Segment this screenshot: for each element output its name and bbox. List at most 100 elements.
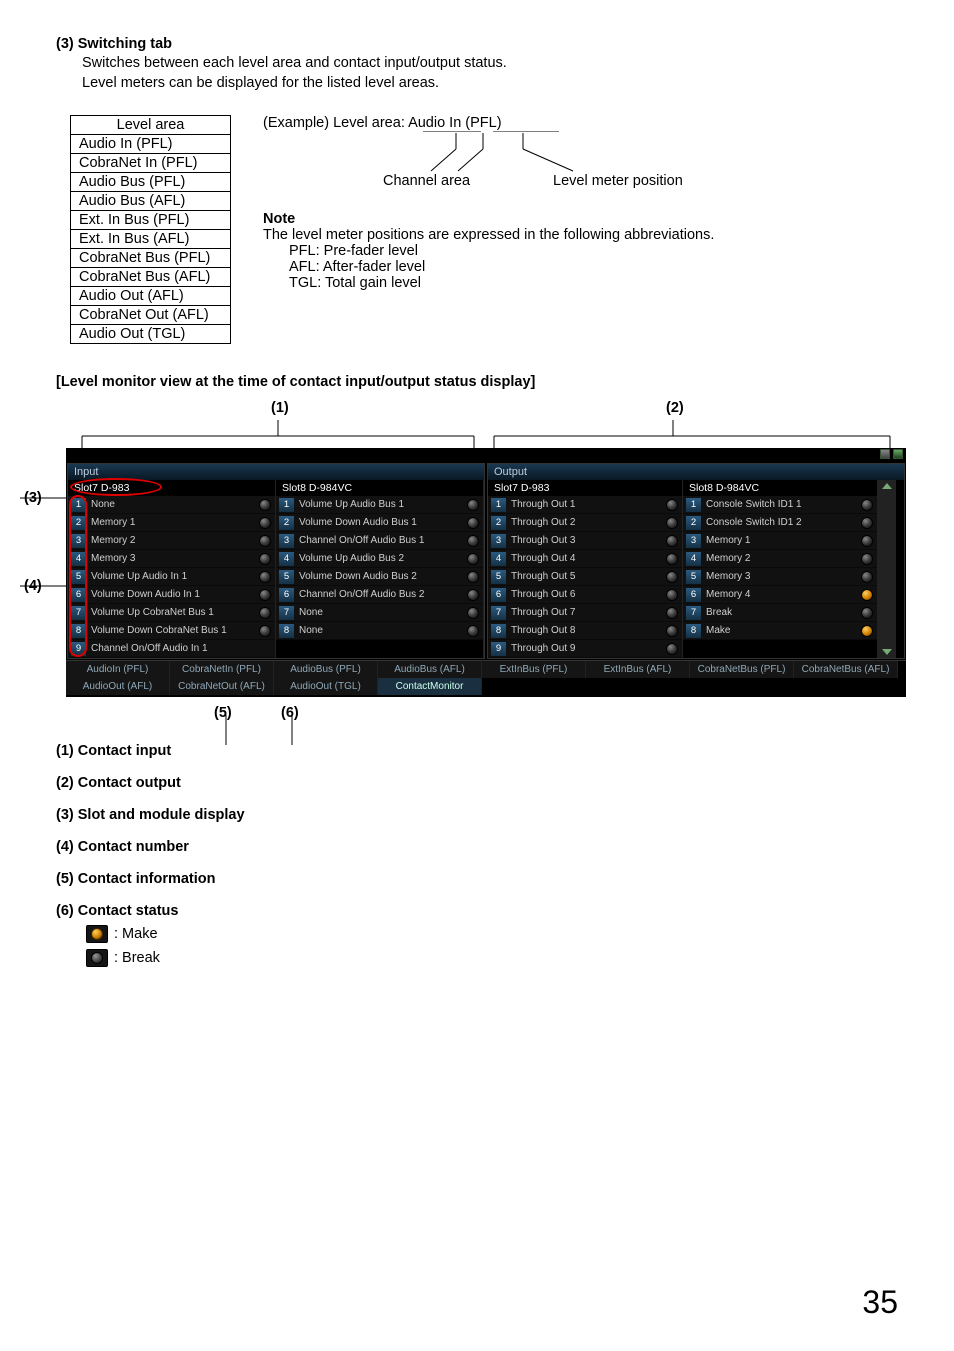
la-header: Level area	[71, 116, 231, 135]
callout-oval-3	[70, 478, 162, 496]
contact-label: Volume Up Audio Bus 2	[294, 553, 467, 564]
contact-row: 5Memory 3	[683, 568, 877, 586]
contact-number: 2	[686, 516, 701, 530]
status-led-icon	[467, 535, 479, 547]
la-row: CobraNet Out (AFL)	[71, 306, 231, 325]
tab-cobranetbus-afl-[interactable]: CobraNetBus (AFL)	[794, 661, 898, 678]
contact-label: Through Out 7	[506, 607, 666, 618]
legend-6: (6) Contact status	[56, 903, 898, 919]
contact-row: 9Through Out 9	[488, 640, 682, 658]
legend-5: (5) Contact information	[56, 871, 898, 887]
status-led-icon	[861, 517, 873, 529]
section-body-1: Switches between each level area and con…	[82, 54, 898, 74]
slot-head: Slot8 D-984VC	[276, 480, 483, 496]
contact-number: 7	[279, 606, 294, 620]
section-heading: (3) Switching tab	[56, 36, 898, 52]
scroll-up-icon[interactable]	[882, 483, 892, 489]
contact-label: Volume Down Audio In 1	[86, 589, 259, 600]
la-row: CobraNet Bus (PFL)	[71, 249, 231, 268]
tab-audioout-afl-[interactable]: AudioOut (AFL)	[66, 678, 170, 695]
contact-label: Channel On/Off Audio Bus 2	[294, 589, 467, 600]
input-panel: Input Slot7 D-983 1None2Memory 13Memory …	[67, 463, 485, 659]
legend-2: (2) Contact output	[56, 775, 898, 791]
abbr-tgl: TGL: Total gain level	[289, 275, 733, 291]
contact-label: Memory 2	[86, 535, 259, 546]
status-led-icon	[259, 607, 271, 619]
status-led-icon	[861, 589, 873, 601]
tab-audiobus-afl-[interactable]: AudioBus (AFL)	[378, 661, 482, 678]
tab-audioin-pfl-[interactable]: AudioIn (PFL)	[66, 661, 170, 678]
monitor-heading: [Level monitor view at the time of conta…	[56, 374, 898, 390]
contact-row: 4Memory 3	[68, 550, 275, 568]
la-row: Audio Out (AFL)	[71, 287, 231, 306]
status-led-icon	[666, 571, 678, 583]
contact-number: 8	[491, 624, 506, 638]
contact-number: 5	[279, 570, 294, 584]
tab-cobranetbus-pfl-[interactable]: CobraNetBus (PFL)	[690, 661, 794, 678]
close-icon[interactable]	[893, 449, 903, 459]
tab-cobranetin-pfl-[interactable]: CobraNetIn (PFL)	[170, 661, 274, 678]
contact-row: 4Volume Up Audio Bus 2	[276, 550, 483, 568]
contact-number: 2	[279, 516, 294, 530]
contact-number: 5	[686, 570, 701, 584]
led-break-label: : Break	[114, 950, 160, 966]
contact-row: 3Through Out 3	[488, 532, 682, 550]
contact-label: Memory 2	[701, 553, 861, 564]
contact-label: None	[86, 499, 259, 510]
contact-label: Channel On/Off Audio In 1	[86, 643, 275, 654]
la-row: CobraNet In (PFL)	[71, 154, 231, 173]
edit-icon[interactable]	[880, 449, 890, 459]
contact-row: 3Memory 2	[68, 532, 275, 550]
contact-row: 3Memory 1	[683, 532, 877, 550]
contact-label: Volume Up Audio Bus 1	[294, 499, 467, 510]
status-led-icon	[861, 607, 873, 619]
contact-number: 3	[279, 534, 294, 548]
tab-audioout-tgl-[interactable]: AudioOut (TGL)	[274, 678, 378, 695]
contact-label: Memory 3	[86, 553, 259, 564]
annot-5: (5)	[214, 705, 232, 721]
contact-row: 1Console Switch ID1 1	[683, 496, 877, 514]
status-led-icon	[666, 535, 678, 547]
contact-label: Volume Down CobraNet Bus 1	[86, 625, 259, 636]
la-row: CobraNet Bus (AFL)	[71, 268, 231, 287]
scrollbar[interactable]	[878, 480, 896, 658]
tab-extinbus-afl-[interactable]: ExtInBus (AFL)	[586, 661, 690, 678]
scroll-down-icon[interactable]	[882, 649, 892, 655]
la-row: Audio In (PFL)	[71, 135, 231, 154]
title-bar	[66, 448, 906, 462]
status-led-icon	[666, 553, 678, 565]
contact-row: 4Through Out 4	[488, 550, 682, 568]
contact-label: Volume Up CobraNet Bus 1	[86, 607, 259, 618]
status-led-icon	[861, 553, 873, 565]
note-body: The level meter positions are expressed …	[263, 227, 733, 243]
contact-label: Memory 1	[86, 517, 259, 528]
contact-row: 3Channel On/Off Audio Bus 1	[276, 532, 483, 550]
annot-6: (6)	[281, 705, 299, 721]
output-panel: Output Slot7 D-983 1Through Out 12Throug…	[487, 463, 905, 659]
contact-row: 6Channel On/Off Audio Bus 2	[276, 586, 483, 604]
status-led-icon	[861, 571, 873, 583]
contact-row: 2Volume Down Audio Bus 1	[276, 514, 483, 532]
status-led-icon	[666, 517, 678, 529]
contact-row: 1None	[68, 496, 275, 514]
status-led-icon	[259, 625, 271, 637]
tab-contactmonitor[interactable]: ContactMonitor	[378, 678, 482, 695]
status-led-icon	[467, 589, 479, 601]
tab-extinbus-pfl-[interactable]: ExtInBus (PFL)	[482, 661, 586, 678]
annot-2: (2)	[666, 400, 684, 416]
tab-audiobus-pfl-[interactable]: AudioBus (PFL)	[274, 661, 378, 678]
contact-label: Memory 4	[701, 589, 861, 600]
led-break-key: : Break	[86, 949, 898, 967]
status-led-icon	[467, 553, 479, 565]
la-row: Audio Out (TGL)	[71, 325, 231, 344]
abbr-pfl: PFL: Pre-fader level	[289, 243, 733, 259]
contact-label: None	[294, 625, 467, 636]
slot-head: Slot8 D-984VC	[683, 480, 877, 496]
status-led-icon	[666, 589, 678, 601]
status-led-icon	[666, 499, 678, 511]
slot-head: Slot7 D-983	[488, 480, 682, 496]
tab-cobranetout-afl-[interactable]: CobraNetOut (AFL)	[170, 678, 274, 695]
contact-label: Volume Down Audio Bus 2	[294, 571, 467, 582]
contact-label: Memory 3	[701, 571, 861, 582]
contact-row: 5Through Out 5	[488, 568, 682, 586]
